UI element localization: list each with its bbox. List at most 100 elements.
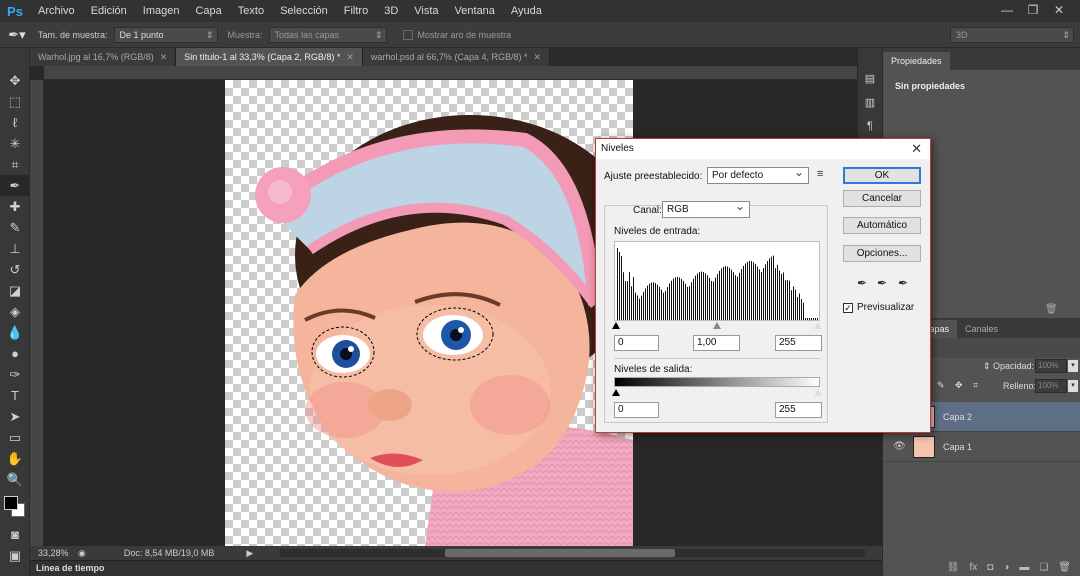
output-black-slider[interactable] [612,389,620,396]
history-panel-icon[interactable]: ▤ [858,66,882,90]
fill-dropdown-icon[interactable]: ▾ [1068,380,1078,392]
black-eyedropper-icon[interactable]: ✒ [855,276,869,290]
ok-button[interactable]: OK [843,167,921,184]
eyedropper-tool-icon[interactable]: ✒ [0,175,30,196]
layer-name[interactable]: Capa 2 [943,412,972,422]
document-canvas[interactable] [225,80,633,546]
menu-item-filtro[interactable]: Filtro [336,0,376,22]
preset-select[interactable]: Por defecto [707,165,809,184]
hand-tool-icon[interactable]: ✋ [0,448,30,469]
tab-channels[interactable]: Canales [957,320,1007,338]
screen-mode-icon[interactable]: ▣ [0,545,30,566]
menu-item-ayuda[interactable]: Ayuda [503,0,550,22]
opacity-dropdown-icon[interactable]: ▾ [1068,360,1078,372]
show-ring-checkbox[interactable] [402,29,413,40]
quick-mask-icon[interactable]: ◙ [0,524,30,545]
link-layers-icon[interactable]: ⛓ [947,562,960,573]
add-mask-icon[interactable]: ◘ [987,562,993,573]
pen-tool-icon[interactable]: ✑ [0,364,30,385]
delete-layer-icon[interactable]: 🗑 [1058,562,1071,573]
horizontal-ruler[interactable] [44,66,882,80]
input-black-field[interactable]: 0 [614,335,659,351]
move-tool-icon[interactable]: ✥ [0,70,30,91]
close-tab-icon[interactable]: ✕ [533,52,541,62]
history-brush-tool-icon[interactable]: ↺ [0,259,30,280]
preset-options-icon[interactable]: ≡ [817,168,823,180]
input-white-field[interactable]: 255 [775,335,822,351]
adjustments-panel-icon[interactable]: ▥ [858,90,882,114]
close-tab-icon[interactable]: ✕ [346,52,354,62]
vertical-ruler[interactable] [30,80,44,546]
dialog-close-icon[interactable]: ✕ [911,141,922,157]
menu-item-edici-n[interactable]: Edición [83,0,135,22]
output-white-slider[interactable] [814,389,822,396]
menu-item-capa[interactable]: Capa [187,0,229,22]
input-black-slider[interactable] [612,322,620,329]
trash-icon[interactable]: 🗑 [1045,304,1058,315]
eyedropper-tool-preset-icon[interactable]: ✒▾ [0,27,34,43]
menu-item-selecci-n[interactable]: Selección [272,0,336,22]
zoom-level[interactable]: 33,28% [38,548,74,558]
eraser-tool-icon[interactable]: ◪ [0,280,30,301]
layer-style-icon[interactable]: fx [969,562,977,573]
timeline-panel-tab[interactable]: Línea de tiempo [30,560,882,576]
input-gamma-slider[interactable] [713,322,721,329]
magic-wand-tool-icon[interactable]: ✳ [0,133,30,154]
gray-eyedropper-icon[interactable]: ✒ [875,276,889,290]
scrollbar-thumb[interactable] [445,549,675,557]
workspace-select[interactable]: 3D [950,26,1074,43]
menu-item-texto[interactable]: Texto [230,0,272,22]
paragraph-panel-icon[interactable]: ¶ [858,114,882,138]
white-eyedropper-icon[interactable]: ✒ [896,276,910,290]
dodge-tool-icon[interactable]: ● [0,343,30,364]
status-menu-icon[interactable]: ◉ [78,548,86,559]
horizontal-scrollbar[interactable] [280,549,865,557]
tab-properties[interactable]: Propiedades [883,52,950,70]
fill-input[interactable]: 100% [1035,379,1067,393]
menu-item-3d[interactable]: 3D [376,0,406,22]
input-white-slider[interactable] [814,322,822,329]
tab-sin-titulo[interactable]: Sin título-1 al 33,3% (Capa 2, RGB/8) * ✕ [176,48,363,66]
status-arrow-icon[interactable]: ▶ [246,548,253,559]
menu-item-archivo[interactable]: Archivo [30,0,83,22]
blend-mode-dropdown-icon[interactable]: ⇕ [983,361,991,372]
adjustment-layer-icon[interactable]: ◑ [1003,562,1009,573]
menu-item-ventana[interactable]: Ventana [447,0,503,22]
lasso-tool-icon[interactable]: ℓ [0,112,30,133]
menu-item-imagen[interactable]: Imagen [135,0,188,22]
input-gamma-field[interactable]: 1,00 [693,335,740,351]
type-tool-icon[interactable]: T [0,385,30,406]
preview-checkbox[interactable]: ✓ [843,303,853,313]
shape-tool-icon[interactable]: ▭ [0,427,30,448]
stamp-tool-icon[interactable]: ⊥ [0,238,30,259]
output-white-field[interactable]: 255 [775,402,822,418]
cancel-button[interactable]: Cancelar [843,190,921,207]
color-swatches[interactable] [0,490,29,524]
lock-position-icon[interactable]: ✥ [955,380,963,391]
minimize-button[interactable]: — [994,0,1020,20]
new-layer-icon[interactable]: ❏ [1039,562,1048,573]
close-tab-icon[interactable]: ✕ [160,52,168,62]
brush-tool-icon[interactable]: ✎ [0,217,30,238]
tab-warhol-jpg[interactable]: Warhol.jpg al 16,7% (RGB/8) ✕ [30,48,177,66]
lock-brush-icon[interactable]: ✎ [937,380,945,391]
tab-warhol-psd[interactable]: warhol.psd al 66,7% (Capa 4, RGB/8) * ✕ [362,48,551,66]
restore-button[interactable]: ❐ [1020,0,1046,20]
layer-name[interactable]: Capa 1 [943,442,972,452]
auto-button[interactable]: Automático [843,217,921,234]
new-group-icon[interactable]: ▬ [1019,562,1029,573]
marquee-tool-icon[interactable]: ⬚ [0,91,30,112]
sample-select[interactable]: Todas las capas [268,26,387,43]
crop-tool-icon[interactable]: ⌗ [0,154,30,175]
foreground-color-swatch[interactable] [4,496,18,510]
layer-row-capa-1[interactable]: 👁 Capa 1 [883,432,1080,462]
paint-bucket-tool-icon[interactable]: ◈ [0,301,30,322]
sample-size-select[interactable]: De 1 punto [113,26,218,43]
blur-tool-icon[interactable]: 💧 [0,322,30,343]
output-black-field[interactable]: 0 [614,402,659,418]
close-window-button[interactable]: ✕ [1046,0,1072,20]
healing-brush-tool-icon[interactable]: ✚ [0,196,30,217]
opacity-input[interactable]: 100% [1035,359,1067,373]
visibility-eye-icon[interactable]: 👁 [893,441,906,452]
channel-select[interactable]: RGB [662,199,750,218]
